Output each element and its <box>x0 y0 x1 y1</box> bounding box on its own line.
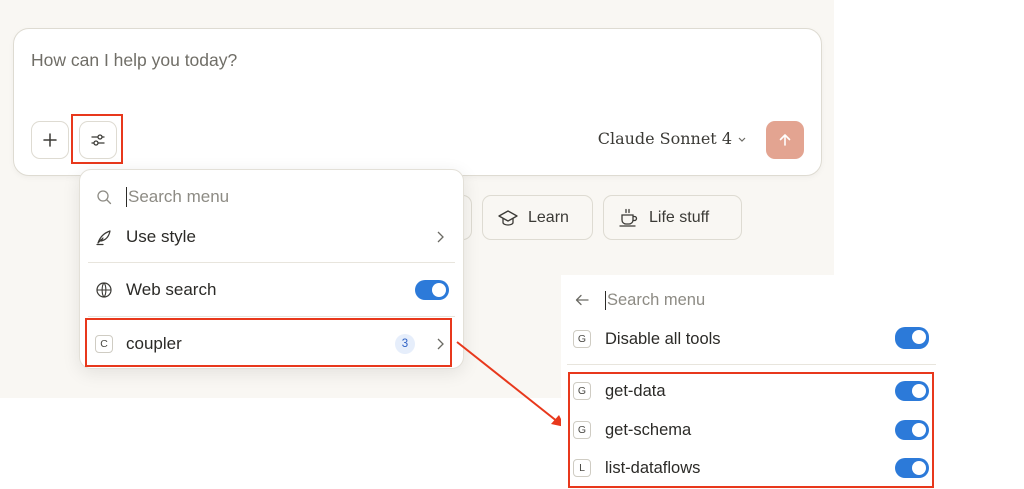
menu-item-web-search[interactable]: Web search <box>80 278 463 302</box>
submenu-search[interactable]: Search menu <box>561 289 834 311</box>
add-attachment-button[interactable] <box>31 121 69 159</box>
tools-button-highlight <box>71 114 123 164</box>
coffee-cup-icon <box>619 208 638 227</box>
plus-icon <box>43 133 57 147</box>
submenu-search-input[interactable]: Search menu <box>605 290 705 310</box>
arrow-up-icon <box>779 134 791 146</box>
send-button[interactable] <box>766 121 804 159</box>
feather-pen-icon <box>94 227 114 247</box>
chip-label: Learn <box>528 208 569 226</box>
search-icon <box>94 187 114 207</box>
graduation-cap-icon <box>498 209 518 226</box>
chevron-right-icon <box>437 231 444 243</box>
model-brand: Claude <box>597 129 655 148</box>
arrow-left-icon[interactable] <box>572 290 592 310</box>
submenu-item-disable-all-tools[interactable]: G Disable all tools <box>561 327 929 351</box>
chat-composer: How can I help you today? Claude Sonnet … <box>13 28 822 176</box>
chip-label: Life stuff <box>649 208 710 226</box>
menu-item-use-style[interactable]: Use style <box>80 225 463 249</box>
globe-icon <box>94 280 114 300</box>
submenu-divider <box>567 364 936 365</box>
menu-item-label: Web search <box>126 280 217 299</box>
menu-divider <box>88 316 455 317</box>
menu-search-input[interactable]: Search menu <box>126 187 229 207</box>
disable-all-tools-toggle-visual[interactable] <box>895 327 929 347</box>
tools-list-highlight <box>568 372 934 488</box>
chevron-down-icon <box>738 137 746 142</box>
tool-letter-icon: G <box>573 330 591 348</box>
model-selector[interactable]: Claude Sonnet 4 <box>598 129 747 148</box>
coupler-highlight <box>85 318 452 367</box>
suggestion-chip-life-stuff[interactable]: Life stuff <box>603 195 742 240</box>
suggestion-chip-learn[interactable]: Learn <box>482 195 593 240</box>
menu-item-label: Use style <box>126 227 196 246</box>
web-search-toggle[interactable] <box>415 280 449 300</box>
submenu-item-label: Disable all tools <box>605 329 721 348</box>
model-name: Sonnet 4 <box>659 129 732 148</box>
menu-search[interactable]: Search menu <box>80 186 463 208</box>
menu-divider <box>88 262 455 263</box>
annotation-arrow <box>456 341 565 427</box>
message-input[interactable]: How can I help you today? <box>31 50 237 71</box>
